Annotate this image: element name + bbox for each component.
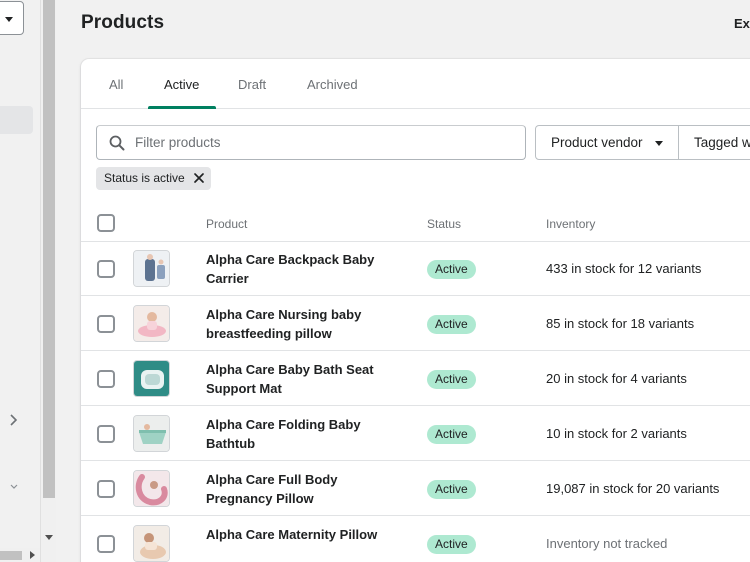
vertical-scrollbar[interactable] <box>40 0 56 562</box>
row-checkbox[interactable] <box>97 425 115 443</box>
page-title: Products <box>81 12 165 33</box>
tab-active[interactable]: Active <box>164 59 199 109</box>
status-badge: Active <box>427 535 476 554</box>
column-header-inventory[interactable]: Inventory <box>546 217 595 231</box>
active-tab-indicator <box>148 106 216 109</box>
search-field[interactable] <box>96 125 526 160</box>
export-button[interactable]: Exp <box>734 16 750 31</box>
inventory-text: 19,087 in stock for 20 variants <box>546 481 720 496</box>
inventory-text: Inventory not tracked <box>546 536 668 551</box>
inventory-text: 85 in stock for 18 variants <box>546 316 695 331</box>
applied-filter-tag: Status is active <box>96 167 211 190</box>
status-badge: Active <box>427 370 476 389</box>
scroll-right-arrow-icon[interactable] <box>30 551 35 559</box>
status-tabs: All Active Draft Archived <box>81 59 750 109</box>
caret-down-icon <box>5 17 13 22</box>
column-header-status[interactable]: Status <box>427 217 461 231</box>
table-row[interactable]: Alpha Care Nursing baby breastfeeding pi… <box>81 296 750 351</box>
tagged-with-label: Tagged w <box>694 135 750 150</box>
status-badge: Active <box>427 260 476 279</box>
table-row[interactable]: Alpha Care Full Body Pregnancy Pillow Ac… <box>81 461 750 516</box>
baby-carrier-thumbnail[interactable] <box>133 250 170 287</box>
search-input[interactable] <box>135 126 515 159</box>
nursing-pillow-thumbnail[interactable] <box>133 305 170 342</box>
product-vendor-filter-button[interactable]: Product vendor <box>536 126 679 159</box>
row-checkbox[interactable] <box>97 260 115 278</box>
status-badge: Active <box>427 425 476 444</box>
caret-down-icon <box>655 141 663 146</box>
horizontal-scrollbar[interactable] <box>0 548 40 562</box>
search-icon <box>109 135 125 151</box>
status-badge: Active <box>427 480 476 499</box>
product-name-link[interactable]: Alpha Care Full Body Pregnancy Pillow <box>206 470 396 508</box>
product-name-link[interactable]: Alpha Care Folding Baby Bathtub <box>206 415 396 453</box>
row-checkbox[interactable] <box>97 315 115 333</box>
pregnancy-pillow-thumbnail[interactable] <box>133 470 170 507</box>
scroll-down-arrow-icon[interactable] <box>45 535 53 540</box>
horizontal-scrollbar-thumb[interactable] <box>0 551 22 560</box>
inventory-text: 433 in stock for 12 variants <box>546 261 702 276</box>
table-row[interactable]: Alpha Care Maternity Pillow Active Inven… <box>81 516 750 562</box>
product-name-link[interactable]: Alpha Care Nursing baby breastfeeding pi… <box>206 305 396 343</box>
sidebar <box>0 0 40 562</box>
product-name-link[interactable]: Alpha Care Backpack Baby Carrier <box>206 250 396 288</box>
column-header-product[interactable]: Product <box>206 217 247 231</box>
inventory-text: 20 in stock for 4 variants <box>546 371 687 386</box>
status-badge: Active <box>427 315 476 334</box>
maternity-pillow-thumbnail[interactable] <box>133 525 170 562</box>
row-checkbox[interactable] <box>97 535 115 553</box>
filter-button-group: Product vendor Tagged w <box>535 125 750 160</box>
chevron-right-icon[interactable] <box>8 413 18 427</box>
inventory-text: 10 in stock for 2 variants <box>546 426 687 441</box>
scrollbar-thumb[interactable] <box>43 0 55 498</box>
product-name-link[interactable]: Alpha Care Baby Bath Seat Support Mat <box>206 360 396 398</box>
table-row[interactable]: Alpha Care Backpack Baby Carrier Active … <box>81 241 750 296</box>
tab-all[interactable]: All <box>109 59 123 109</box>
tab-draft[interactable]: Draft <box>238 59 266 109</box>
product-name-link[interactable]: Alpha Care Maternity Pillow <box>206 525 396 544</box>
close-icon[interactable] <box>193 172 205 184</box>
table-row[interactable]: Alpha Care Baby Bath Seat Support Mat Ac… <box>81 351 750 406</box>
tagged-with-filter-button[interactable]: Tagged w <box>679 126 750 159</box>
row-checkbox[interactable] <box>97 480 115 498</box>
small-chevron-icon[interactable] <box>10 483 18 491</box>
product-vendor-label: Product vendor <box>551 135 643 150</box>
store-selector-dropdown[interactable] <box>0 1 24 35</box>
applied-filter-label: Status is active <box>104 171 185 185</box>
products-card: All Active Draft Archived Product vendor… <box>81 59 750 562</box>
table-header: Product Status Inventory <box>81 205 750 242</box>
row-checkbox[interactable] <box>97 370 115 388</box>
sidebar-item-products-selected[interactable] <box>0 106 33 134</box>
folding-bathtub-thumbnail[interactable] <box>133 415 170 452</box>
table-row[interactable]: Alpha Care Folding Baby Bathtub Active 1… <box>81 406 750 461</box>
tab-archived[interactable]: Archived <box>307 59 358 109</box>
select-all-checkbox[interactable] <box>97 214 115 232</box>
bath-seat-thumbnail[interactable] <box>133 360 170 397</box>
